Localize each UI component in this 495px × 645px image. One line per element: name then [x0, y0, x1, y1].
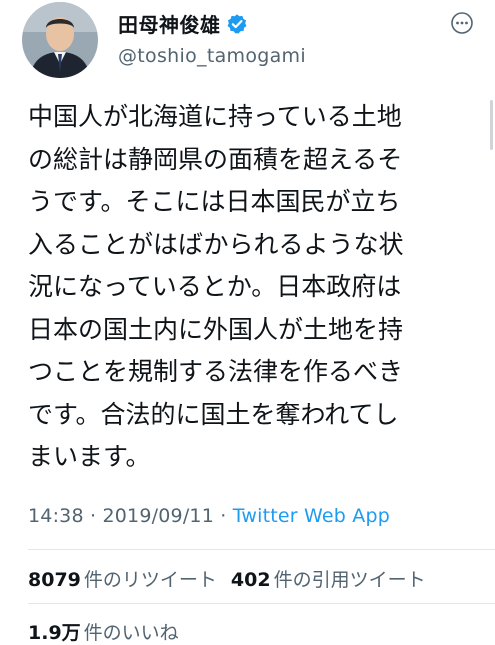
display-name[interactable]: 田母神俊雄: [118, 9, 221, 38]
tweet-header: 田母神俊雄 @toshio_tamogami: [0, 0, 495, 90]
tweet-text: 中国人が北海道に持っている土地 の総計は静岡県の面積を超えるそ うです。そこには…: [28, 102, 404, 471]
retweets-count: 8079: [28, 569, 81, 591]
user-handle[interactable]: @toshio_tamogami: [118, 45, 306, 67]
quotes-count: 402: [230, 569, 271, 591]
scrollbar[interactable]: [490, 100, 493, 150]
divider: [28, 549, 495, 550]
meta-separator: ·: [214, 505, 233, 527]
quotes-stat[interactable]: 402 件の引用ツイート: [231, 565, 426, 592]
tweet-time[interactable]: 14:38: [28, 505, 84, 527]
retweets-label: 件のリツイート: [83, 569, 217, 591]
likes-label: 件のいいね: [83, 622, 179, 644]
person-avatar-icon: [22, 2, 98, 78]
retweets-stat[interactable]: 8079 件のリツイート: [28, 565, 217, 592]
tweet-meta: 14:38 · 2019/09/11 · Twitter Web App: [28, 505, 390, 527]
likes-stat[interactable]: 1.9万 件のいいね: [28, 618, 179, 645]
verified-badge-icon: [226, 13, 248, 35]
avatar[interactable]: [22, 2, 98, 78]
more-options-icon[interactable]: [449, 10, 475, 36]
divider: [28, 603, 495, 604]
likes-count: 1.9万: [28, 622, 81, 644]
display-name-row: 田母神俊雄: [118, 9, 248, 38]
quotes-label: 件の引用ツイート: [273, 569, 426, 591]
meta-separator: ·: [83, 505, 103, 527]
stats-row-retweets: 8079 件のリツイート 402 件の引用ツイート: [28, 565, 426, 592]
tweet-source-link[interactable]: Twitter Web App: [233, 505, 390, 527]
stats-row-likes: 1.9万 件のいいね: [28, 618, 179, 645]
tweet-date[interactable]: 2019/09/11: [102, 505, 214, 527]
